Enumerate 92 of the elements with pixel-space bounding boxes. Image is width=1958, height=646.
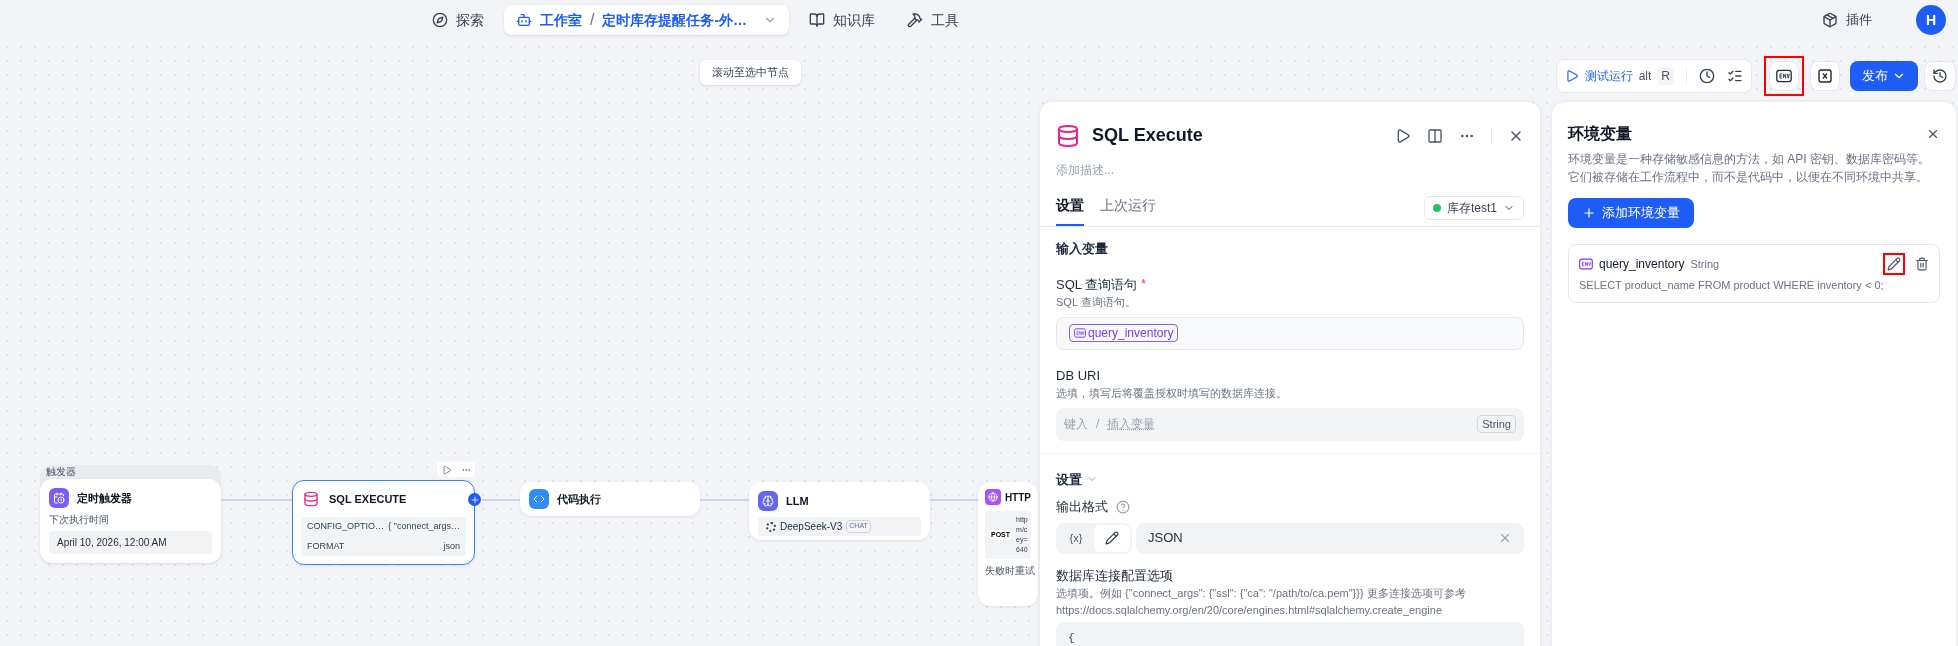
database-icon [1056,123,1080,148]
scroll-to-node-button[interactable]: 滚动至选中节点 [700,60,801,85]
studio-label[interactable]: 工作室 [540,9,582,31]
param-value: json [443,539,460,553]
code-editor[interactable]: { [1056,622,1524,646]
connector-line [221,498,292,502]
field-label: 输出格式 [1056,498,1108,516]
panel-tab[interactable]: 设置 [1056,195,1084,226]
param-key: FORMAT [307,539,345,553]
package-icon [1822,12,1838,28]
output-format-field[interactable]: JSON [1136,522,1524,554]
panel-title: 环境变量 [1568,124,1632,144]
variable-name: query_inventory [1599,256,1685,273]
node-title: 代码执行 [557,491,601,507]
node-field-value: April 10, 2026, 12:00 AM [49,531,212,554]
studio-tab[interactable]: 工作室 / 定时库存提醒任务-外… [504,5,790,35]
robot-icon [516,12,532,28]
publish-button[interactable]: 发布 [1850,61,1918,91]
sql-query-field[interactable]: query_inventory [1056,316,1524,350]
variable-tag: query_inventory [1069,324,1179,342]
user-avatar[interactable]: H [1916,5,1946,35]
compass-icon [432,12,448,28]
help-icon[interactable] [1116,499,1130,514]
delete-icon[interactable] [1915,257,1929,271]
required-mark: * [1141,275,1146,293]
variable-value: SELECT product_name FROM product WHERE inventory < 0; [1579,278,1885,293]
param-key: CONFIG_OPTIO… [307,520,384,534]
plus-icon [1582,206,1596,220]
code-node[interactable]: 代码执行 [520,482,700,516]
env-icon [1074,327,1086,339]
field-hint: SQL 查询语句。 [1056,295,1137,310]
checklist-icon[interactable] [1727,68,1743,84]
environment-select[interactable]: 库存test1 [1424,196,1524,220]
param-value: { "connect_args… [388,520,460,533]
book-icon [809,12,826,28]
nav-link[interactable]: 知识库 [797,5,888,35]
connector-line [700,498,749,502]
shortcut-key: alt [1638,67,1652,85]
workflow-breadcrumb[interactable]: 定时库存提醒任务-外… [602,9,748,31]
history-button[interactable] [1924,61,1956,91]
node-title: LLM [786,493,809,509]
variable-type: String [1690,256,1720,272]
model-logo-icon [766,521,776,532]
field-label: SQL 查询语句 [1056,275,1138,294]
manual-mode-button[interactable] [1094,524,1130,552]
group-label: 触发器 [46,465,76,478]
settings-section-toggle[interactable]: 设置 [1056,469,1524,489]
env-icon [1776,68,1792,84]
hammer-icon [907,12,924,28]
globe-icon [985,489,1001,505]
test-run-button[interactable]: 测试运行 alt R [1564,67,1674,85]
brain-icon [758,491,778,511]
play-icon [1564,69,1579,83]
pencil-icon [1105,531,1119,545]
panel-tab[interactable]: 上次运行 [1100,195,1156,226]
code-icon [529,489,549,509]
nav-link[interactable]: 探索 [420,5,496,35]
env-icon [1579,257,1593,271]
panel-description: 环境变量是一种存储敏感信息的方法，如 API 密钥、数据库密码等。它们被存储在工作流程中，而不是代码中，以便在不同环境中共享。 [1568,151,1931,186]
variable-mode-button[interactable]: {x} [1058,524,1094,552]
play-icon[interactable] [1395,127,1411,144]
clock-icon[interactable] [1699,68,1715,84]
db-uri-field[interactable]: 键入 / 插入变量 String [1056,407,1524,441]
variable-button[interactable] [1810,61,1840,91]
node-title: HTTP [1004,490,1031,505]
connector-line [482,498,520,502]
plugins-link[interactable]: 插件 [1822,10,1872,30]
sql-node[interactable]: SQL EXECUTE CONFIG_OPTIO… { "connect_args… FORMAT json [292,480,475,565]
section-title: 输入变量 [1056,240,1109,258]
shortcut-key: R [1657,67,1674,85]
field-label: 数据库连接配置选项 [1056,566,1174,585]
node-title: SQL EXECUTE [329,491,407,507]
connector-line [930,498,978,502]
add-variable-button[interactable]: 添加环境变量 [1568,198,1694,228]
history-icon [1932,68,1948,84]
field-hint: 选填项。例如 {"connect_args": {"ssl": {"ca": "/path/to/ca.pem"}}} 更多连接选项可参考 https://docs.sqlalchemy.org/en/20/core/engines.html#sqlalchemy.create_engine [1056,586,1467,618]
node-title: 定时触发器 [77,490,132,506]
nav-link[interactable]: 工具 [895,5,972,35]
field-label: 下次执行时间 [49,513,110,527]
panel-title: SQL Execute [1092,124,1203,147]
breadcrumb-separator: / [590,10,595,30]
model-name: DeepSeek-V3 [780,520,843,534]
variable-icon [1818,69,1832,83]
field-label: DB URI [1056,366,1101,385]
database-icon [301,489,321,509]
trigger-node-icon [49,488,69,508]
type-tag: String [1477,414,1516,434]
close-icon[interactable] [1926,127,1940,141]
description-field[interactable]: 添加描述... [1056,161,1524,179]
field-hint: 选填，填写后将覆盖授权时填写的数据库连接。 [1056,386,1288,401]
trigger-node[interactable]: 定时触发器 下次执行时间 April 10, 2026, 12:00 AM [40,479,221,563]
split-view-icon[interactable] [1427,127,1443,144]
